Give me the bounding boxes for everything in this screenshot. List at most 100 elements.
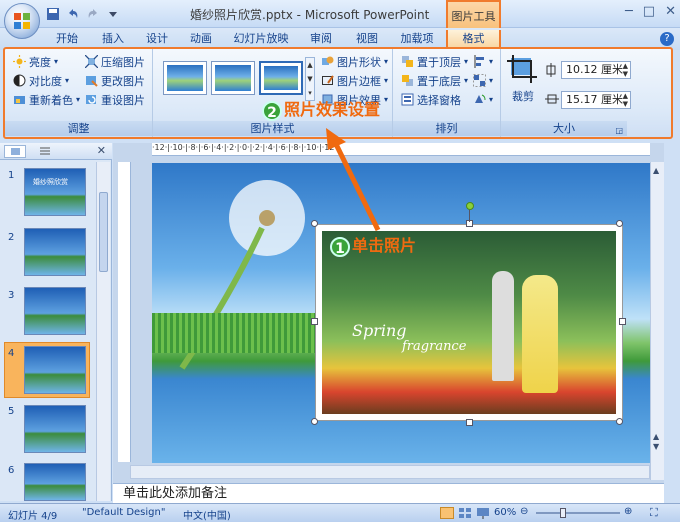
help-icon[interactable]: ? (660, 32, 674, 46)
picture-border-button[interactable]: 图片边框 ▾ (321, 72, 388, 89)
slide-thumbnail-5[interactable] (24, 405, 86, 453)
styles-gallery-scroll[interactable]: ▲ ▼ ▾ (305, 57, 315, 101)
slideshow-view-icon[interactable] (476, 507, 490, 519)
customize-qat-icon[interactable] (106, 7, 120, 21)
selection-pane-label: 选择窗格 (417, 93, 461, 107)
change-picture-label: 更改图片 (101, 74, 145, 88)
selection-pane-button[interactable]: 选择窗格 (401, 91, 461, 108)
group-picture-styles: ▲ ▼ ▾ 图片形状 ▾ 图片边框 ▾ 图片效果 ▾ 图片样式 (153, 49, 393, 137)
crop-button[interactable]: 裁剪 (507, 55, 539, 103)
bring-to-front-button[interactable]: 置于顶层 ▾ (401, 53, 468, 70)
status-language[interactable]: 中文(中国) (183, 507, 231, 522)
rotation-handle[interactable] (466, 202, 474, 210)
send-to-back-button[interactable]: 置于底层 ▾ (401, 72, 468, 89)
zoom-slider-thumb[interactable] (560, 508, 566, 518)
slide-number: 5 (8, 406, 15, 417)
slide-thumbnail-4[interactable] (24, 346, 86, 394)
slide-thumbnail-1[interactable]: 婚纱照欣赏 (24, 168, 86, 216)
reset-picture-button[interactable]: 重设图片 (85, 91, 145, 108)
tab-outline[interactable] (34, 145, 64, 158)
quick-access-toolbar (46, 6, 120, 22)
height-value: 10.12 厘米 (566, 63, 623, 76)
compress-icon (85, 55, 98, 68)
rotate-button[interactable]: ▾ (473, 91, 493, 108)
crop-icon (507, 55, 537, 83)
prev-next-slide-icons[interactable]: ▲ ▼ (653, 432, 659, 452)
resize-handle-ne[interactable] (616, 220, 623, 227)
minimize-button[interactable]: ─ (625, 4, 633, 19)
maximize-button[interactable]: □ (643, 4, 655, 19)
photo-text-spring: Spring (352, 321, 407, 340)
status-bar: 幻灯片 4/9 "Default Design" 中文(中国) 60% ⊖ ⊕ … (0, 503, 680, 522)
tab-slides-thumbnails[interactable] (4, 145, 26, 158)
compress-pictures-button[interactable]: 压缩图片 (85, 53, 145, 70)
group-size-label: 大小 (501, 121, 627, 136)
group-arrange: 置于顶层 ▾ 置于底层 ▾ 选择窗格 ▾ ▾ ▾ 排列 (393, 49, 501, 137)
slide-thumbnail-6[interactable] (24, 463, 86, 501)
undo-icon[interactable] (66, 7, 80, 21)
office-button[interactable] (4, 3, 40, 39)
slide-thumbnail-3[interactable] (24, 287, 86, 335)
resize-handle-se[interactable] (616, 418, 623, 425)
align-button[interactable]: ▾ (473, 53, 493, 70)
slide-thumbnail-2[interactable] (24, 228, 86, 276)
step2-badge: 2 (262, 100, 282, 121)
slide-number: 6 (8, 465, 15, 476)
close-button[interactable]: ✕ (665, 4, 676, 19)
zoom-level[interactable]: 60% (494, 507, 516, 518)
redo-icon[interactable] (86, 7, 100, 21)
normal-view-icon[interactable] (440, 507, 454, 519)
resize-handle-sw[interactable] (311, 418, 318, 425)
zoom-out-icon[interactable]: ⊖ (520, 506, 528, 517)
resize-handle-w[interactable] (311, 318, 318, 325)
zoom-in-icon[interactable]: ⊕ (624, 506, 632, 517)
change-picture-button[interactable]: 更改图片 (85, 72, 145, 89)
notes-pane[interactable]: 单击此处添加备注 (113, 483, 664, 503)
size-dialog-launcher[interactable]: ◲ (615, 126, 623, 135)
resize-handle-nw[interactable] (311, 220, 318, 227)
selection-pane-icon (401, 93, 414, 106)
slides-pane-scrollbar[interactable] (96, 162, 110, 501)
resize-handle-e[interactable] (619, 318, 626, 325)
fit-slide-icon[interactable]: ⛶ (650, 506, 658, 520)
scroll-up-icon[interactable]: ▲ (653, 166, 659, 175)
picture-shape-button[interactable]: 图片形状 ▾ (321, 53, 388, 70)
notes-placeholder: 单击此处添加备注 (123, 486, 228, 501)
save-icon[interactable] (46, 7, 60, 21)
picture-shape-icon (322, 56, 334, 65)
annotation-arrow (326, 128, 381, 232)
close-pane-button[interactable]: ✕ (97, 144, 106, 157)
resize-handle-s[interactable] (466, 419, 473, 426)
outline-icon (40, 147, 50, 155)
status-slide-count: 幻灯片 4/9 (8, 511, 58, 522)
annotation-step2: 2 照片效果设置 (262, 96, 380, 121)
slide-horizontal-scrollbar[interactable] (130, 465, 650, 479)
picture-style-1[interactable] (163, 61, 207, 95)
brightness-label: 亮度 (29, 55, 51, 69)
slide-number: 1 (8, 170, 15, 181)
step2-text: 照片效果设置 (284, 100, 381, 119)
change-picture-icon (86, 76, 98, 87)
photo-text-fragrance: fragrance (402, 339, 467, 354)
reset-picture-label: 重设图片 (101, 93, 145, 107)
zoom-slider[interactable] (536, 512, 620, 514)
height-icon (546, 63, 556, 77)
window-controls: ─ □ ✕ (625, 4, 676, 19)
brightness-button[interactable]: 亮度 ▾ (13, 53, 58, 70)
slides-pane-scroll-thumb[interactable] (99, 192, 108, 272)
contrast-button[interactable]: 对比度 ▾ (13, 72, 69, 89)
picture-border-label: 图片边框 (337, 74, 381, 88)
groom-figure (492, 271, 514, 381)
recolor-button[interactable]: 重新着色 ▾ (13, 91, 80, 108)
step1-text: 单击照片 (352, 236, 417, 255)
group-size: 裁剪 10.12 厘米 ▲ ▼ 15.17 厘米 ▲ ▼ 大小 ◲ (501, 49, 631, 137)
height-input[interactable]: 10.12 厘米 ▲ ▼ (561, 61, 631, 79)
width-input[interactable]: 15.17 厘米 ▲ ▼ (561, 91, 631, 109)
group-objects-button[interactable]: ▾ (473, 72, 493, 89)
contrast-label: 对比度 (29, 74, 62, 88)
slide-vertical-scrollbar[interactable]: ▲ ▲ ▼ (650, 162, 664, 480)
slide-sorter-icon[interactable] (458, 507, 472, 519)
picture-style-2[interactable] (211, 61, 255, 95)
picture-shape-label: 图片形状 (337, 55, 381, 69)
picture-style-3[interactable] (259, 61, 303, 95)
